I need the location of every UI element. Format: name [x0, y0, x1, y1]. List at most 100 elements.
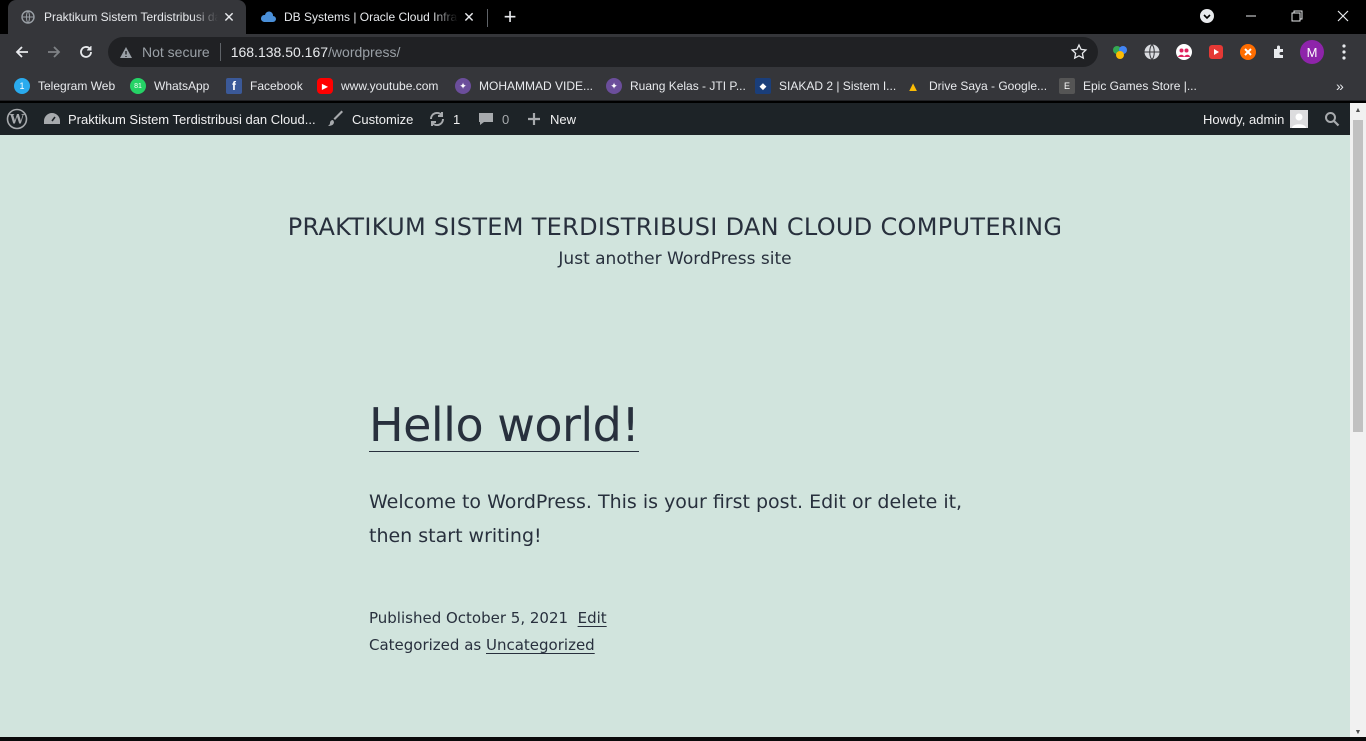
tab-separator [487, 9, 488, 27]
bookmark-label: Drive Saya - Google... [929, 79, 1048, 93]
security-label[interactable]: Not secure [142, 44, 210, 60]
edit-post-link[interactable]: Edit [578, 609, 607, 627]
arrow-left-icon [15, 46, 28, 58]
bookmark-label: WhatsApp [154, 79, 210, 93]
bookmark-whatsapp[interactable]: 81 WhatsApp [130, 75, 209, 97]
post-title-link[interactable]: Hello world! [369, 399, 640, 452]
extension-colorful-icon[interactable] [1110, 42, 1130, 62]
profile-avatar[interactable]: M [1300, 40, 1324, 64]
page-content: PRAKTIKUM SISTEM TERDISTRIBUSI DAN CLOUD… [0, 135, 1350, 741]
bookmark-youtube[interactable]: ▶ www.youtube.com [317, 75, 438, 97]
youtube-icon: ▶ [317, 78, 333, 94]
forward-button[interactable] [40, 38, 68, 66]
bookmark-label: MOHAMMAD VIDE... [479, 79, 594, 93]
bottom-edge [0, 737, 1366, 741]
bookmark-label: Epic Games Store |... [1083, 79, 1197, 93]
wp-comments-link[interactable]: 0 [476, 103, 509, 135]
kebab-menu-icon[interactable] [1334, 42, 1354, 62]
wordpress-logo-icon[interactable]: W [6, 103, 28, 135]
whatsapp-icon: 81 [130, 78, 146, 94]
url-path: /wordpress/ [328, 44, 401, 60]
extension-orange-icon[interactable] [1238, 42, 1258, 62]
comments-count: 0 [502, 111, 510, 127]
globe-icon [20, 9, 36, 25]
close-tab-icon[interactable]: ✕ [218, 6, 240, 28]
tab-search-button[interactable] [1184, 0, 1230, 32]
scroll-down-arrow-icon[interactable]: ▼ [1354, 729, 1362, 737]
bookmark-label: Ruang Kelas - JTI P... [630, 79, 746, 93]
university-seal-icon: ✦ [606, 78, 622, 94]
tab-title: DB Systems | Oracle Cloud Infrastructure [284, 10, 458, 24]
category-link[interactable]: Uncategorized [486, 636, 595, 654]
extension-globe-icon[interactable] [1142, 42, 1162, 62]
reload-button[interactable] [72, 38, 100, 66]
warning-icon[interactable] [118, 44, 134, 60]
telegram-icon: 1 [14, 78, 30, 94]
wp-admin-bar: W Praktikum Sistem Terdistribusi dan Clo… [0, 103, 1350, 135]
chevron-down-icon [1200, 9, 1214, 23]
minimize-button[interactable] [1228, 0, 1274, 32]
facebook-icon: f [226, 78, 242, 94]
published-prefix: Published [369, 609, 442, 627]
site-title[interactable]: PRAKTIKUM SISTEM TERDISTRIBUSI DAN CLOUD… [0, 213, 1350, 241]
site-description: Just another WordPress site [558, 249, 792, 269]
close-window-button[interactable] [1320, 0, 1366, 32]
bookmark-epic-games[interactable]: E Epic Games Store |... [1059, 75, 1197, 97]
page-scrollbar[interactable]: ▲ ▼ [1350, 103, 1366, 741]
bookmark-ruang-kelas[interactable]: ✦ Ruang Kelas - JTI P... [606, 75, 746, 97]
wp-new-content-link[interactable]: New [524, 103, 576, 135]
extension-youtube-icon[interactable] [1206, 42, 1226, 62]
avatar [1290, 110, 1309, 128]
bookmark-drive[interactable]: ▲ Drive Saya - Google... [905, 75, 1048, 97]
bookmark-telegram[interactable]: 1 Telegram Web [14, 75, 115, 97]
howdy-label: Howdy, admin [1203, 111, 1285, 127]
tab-title: Praktikum Sistem Terdistribusi dan Cloud… [44, 10, 218, 24]
bookmark-label: www.youtube.com [341, 79, 439, 93]
post-category-line: Categorized as Uncategorized [369, 632, 607, 659]
new-tab-button[interactable]: + [498, 4, 522, 29]
post-published-line: Published October 5, 2021 Edit [369, 605, 607, 632]
comment-bubble-icon [476, 109, 496, 129]
url-host: 168.138.50.167 [230, 44, 329, 60]
paintbrush-icon [326, 109, 346, 129]
university-seal-icon: ✦ [455, 78, 471, 94]
categorized-prefix: Categorized as [369, 636, 482, 654]
published-date: October 5, 2021 [446, 609, 569, 627]
bookmark-siakad[interactable]: ◆ SIAKAD 2 | Sistem I... [755, 75, 896, 97]
wp-updates-link[interactable]: 1 [427, 103, 460, 135]
reload-icon [80, 46, 92, 58]
scrollbar-thumb[interactable] [1353, 120, 1363, 432]
bookmark-facebook[interactable]: f Facebook [226, 75, 303, 97]
dashboard-gauge-icon [42, 109, 62, 129]
more-bookmarks-chevron-icon[interactable]: » [1336, 75, 1344, 97]
wp-site-name-menu[interactable]: Praktikum Sistem Terdistribusi dan Cloud… [42, 103, 316, 135]
tab-db-systems[interactable]: DB Systems | Oracle Cloud Infrastructure… [248, 0, 486, 34]
cloud-icon [260, 9, 276, 25]
updates-count: 1 [453, 111, 461, 127]
restore-button[interactable] [1274, 0, 1320, 32]
wp-site-name: Praktikum Sistem Terdistribusi dan Cloud… [68, 111, 316, 127]
google-drive-icon: ▲ [906, 78, 920, 94]
arrow-right-icon [48, 46, 61, 58]
bookmark-mohammad[interactable]: ✦ MOHAMMAD VIDE... [455, 75, 593, 97]
epic-games-icon: E [1059, 78, 1075, 94]
wp-account-menu[interactable]: Howdy, admin [1203, 103, 1309, 135]
close-tab-icon[interactable]: ✕ [458, 6, 480, 28]
new-label: New [550, 111, 577, 127]
siakad-logo-icon: ◆ [755, 78, 771, 94]
puzzle-icon[interactable] [1270, 42, 1290, 62]
bookmark-star-icon[interactable] [1070, 43, 1088, 61]
extension-people-icon[interactable] [1174, 42, 1194, 62]
svg-text:W: W [9, 113, 25, 128]
back-button[interactable] [8, 38, 36, 66]
scroll-up-arrow-icon[interactable]: ▲ [1354, 107, 1362, 115]
browser-tab-strip: Praktikum Sistem Terdistribusi dan Cloud… [0, 0, 1366, 34]
address-bar[interactable]: Not secure 168.138.50.167/wordpress/ [108, 37, 1098, 67]
bookmarks-bar: 1 Telegram Web 81 WhatsApp f Facebook ▶ … [0, 70, 1366, 101]
plus-icon [524, 109, 544, 129]
search-icon[interactable] [1324, 103, 1340, 135]
wp-customize-link[interactable]: Customize [326, 103, 413, 135]
tab-praktikum[interactable]: Praktikum Sistem Terdistribusi dan Cloud… [8, 0, 246, 34]
browser-toolbar: Not secure 168.138.50.167/wordpress/ M [0, 34, 1366, 70]
customize-label: Customize [352, 111, 414, 127]
